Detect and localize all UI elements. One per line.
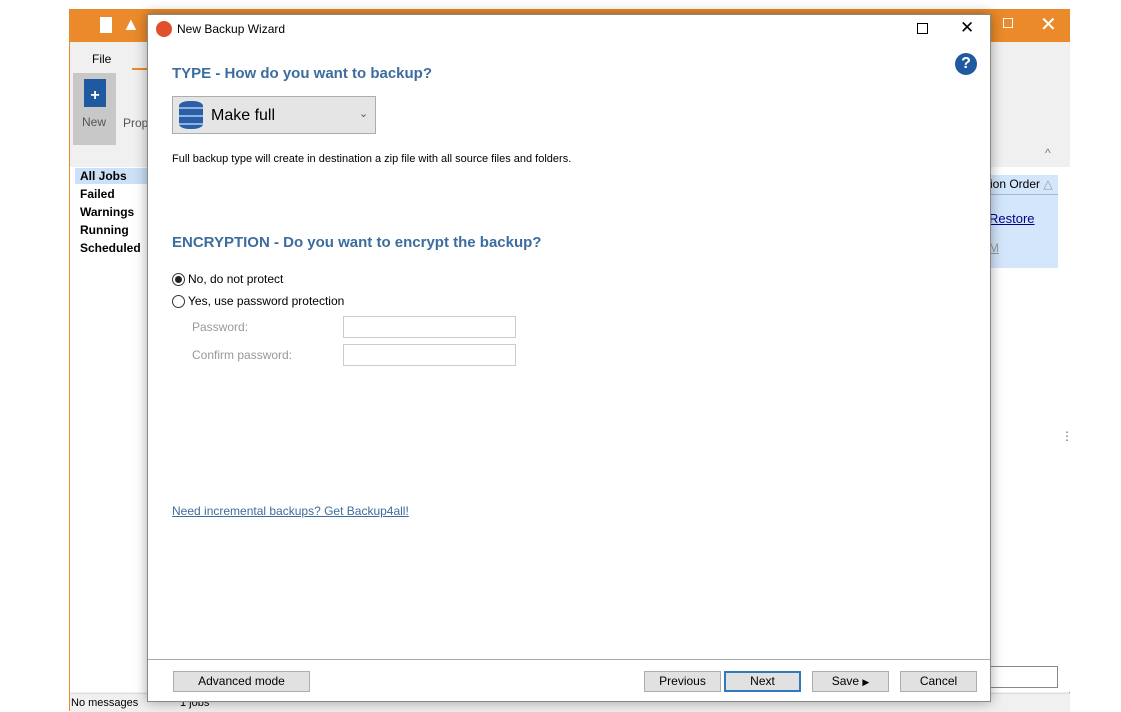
status-messages: No messages	[71, 697, 139, 709]
database-icon	[179, 101, 203, 129]
sidebar-item-label[interactable]: Running	[80, 223, 129, 237]
help-icon[interactable]: ?	[955, 53, 977, 75]
sidebar-item-label[interactable]: Warnings	[80, 205, 134, 219]
save-label: Save	[831, 674, 860, 688]
ribbon-new-label: New	[82, 115, 107, 129]
menu-file[interactable]: File	[92, 52, 111, 66]
password-input[interactable]	[343, 316, 516, 338]
new-file-icon[interactable]	[100, 17, 112, 33]
dropdown-selected-value: Make full	[211, 107, 276, 124]
close-icon[interactable]: ✕	[960, 18, 974, 38]
previous-button[interactable]: Previous	[644, 671, 721, 692]
radio-unchecked-icon	[172, 295, 185, 309]
restore-link[interactable]: Restore	[989, 211, 1035, 226]
new-backup-wizard-dialog: New Backup Wizard ✕ ? TYPE - How do you …	[147, 14, 991, 702]
column-header[interactable]: ion Order △	[985, 175, 1058, 195]
job-row-selected[interactable]: ion Order △ Restore M	[985, 175, 1058, 268]
close-icon[interactable]: ✕	[1040, 12, 1057, 37]
cancel-button[interactable]: Cancel	[900, 671, 977, 692]
app-logo-icon	[156, 21, 172, 37]
sidebar-item-label[interactable]: All Jobs	[80, 169, 127, 183]
radio-checked-icon	[172, 273, 185, 287]
type-heading: TYPE - How do you want to backup?	[172, 65, 433, 82]
radio-password-protect[interactable]: Yes, use password protection	[172, 294, 345, 309]
password-label: Password:	[192, 320, 249, 334]
backup-type-dropdown[interactable]: Make full ⌄	[172, 96, 376, 134]
collapse-ribbon-icon[interactable]: ^	[1045, 146, 1051, 160]
ribbon-properties-button[interactable]: Prop	[123, 116, 148, 130]
advanced-mode-button[interactable]: Advanced mode	[173, 671, 310, 692]
get-backup4all-link[interactable]: Need incremental backups? Get Backup4all…	[172, 504, 409, 518]
radio-label: Yes, use password protection	[188, 294, 345, 308]
splitter-handle[interactable]: ⋮	[1061, 429, 1073, 443]
chevron-down-icon: ⌄	[359, 108, 369, 120]
dialog-title: New Backup Wizard	[177, 22, 286, 36]
ribbon-new-button[interactable]: + New	[73, 73, 116, 145]
sidebar-item-label[interactable]: Scheduled	[80, 241, 141, 255]
sort-icon: △	[1043, 177, 1053, 191]
radio-no-protect[interactable]: No, do not protect	[172, 272, 284, 287]
confirm-password-label: Confirm password:	[192, 348, 293, 362]
new-document-icon: +	[84, 79, 106, 107]
confirm-password-input[interactable]	[343, 344, 516, 366]
maximize-icon[interactable]	[917, 23, 928, 34]
search-box[interactable]	[985, 666, 1058, 688]
column-header-label: ion Order	[990, 177, 1041, 191]
next-button[interactable]: Next	[724, 671, 801, 692]
save-button[interactable]: Save ▶	[812, 671, 889, 692]
home-icon[interactable]: ▲	[122, 14, 140, 35]
encryption-heading: ENCRYPTION - Do you want to encrypt the …	[172, 234, 542, 251]
type-description: Full backup type will create in destinat…	[172, 153, 572, 165]
sidebar-item-label[interactable]: Failed	[80, 187, 115, 201]
radio-label: No, do not protect	[188, 272, 284, 286]
maximize-icon[interactable]	[1003, 18, 1013, 28]
caret-right-icon: ▶	[862, 677, 870, 687]
footer-divider	[148, 659, 990, 660]
